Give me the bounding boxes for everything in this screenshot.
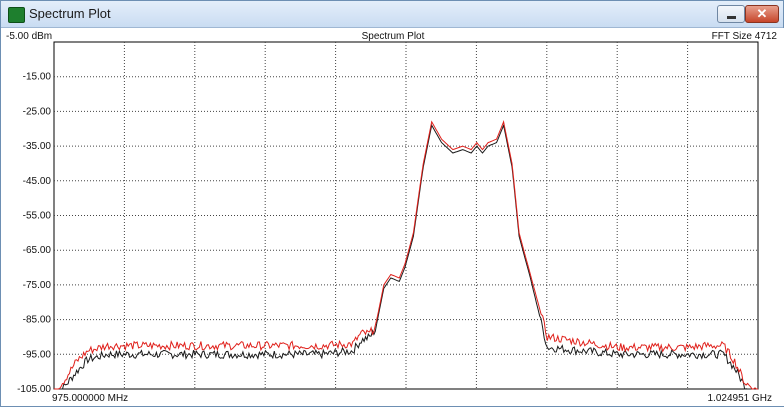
minimize-button[interactable] [717, 5, 745, 23]
y-tick-label: -85.00 [23, 315, 52, 326]
y-tick-label: -55.00 [23, 211, 52, 222]
plot-area[interactable]: -5.00 dBm Spectrum Plot FFT Size 4712 -1… [2, 28, 784, 406]
y-tick-label: -105.00 [17, 384, 51, 395]
y-tick-label: -95.00 [23, 349, 52, 360]
y-tick-label: -75.00 [23, 280, 52, 291]
grid [53, 41, 759, 390]
y-axis-ticks: -15.00 -25.00 -35.00 -45.00 -55.00 -65.00 -75.… [17, 72, 51, 395]
x-start-label: 975.000000 MHz [52, 393, 128, 404]
y-tick-label: -65.00 [23, 245, 52, 256]
y-top-label: -5.00 dBm [6, 31, 52, 42]
window-title: Spectrum Plot [29, 6, 111, 21]
y-tick-label: -15.00 [23, 72, 52, 83]
fft-size-label: FFT Size 4712 [712, 31, 778, 42]
close-icon: ✕ [756, 6, 768, 21]
y-tick-label: -35.00 [23, 141, 52, 152]
close-button[interactable]: ✕ [745, 5, 779, 23]
x-end-label: 1.024951 GHz [708, 393, 773, 404]
spectrum-chart[interactable]: -5.00 dBm Spectrum Plot FFT Size 4712 -1… [2, 28, 784, 406]
chart-title: Spectrum Plot [362, 31, 425, 42]
spectrum-plot-window: Spectrum Plot ✕ -5.00 dBm Spectrum Plot … [0, 0, 784, 407]
spectrum-app-icon [8, 7, 25, 23]
title-bar[interactable]: Spectrum Plot ✕ [1, 1, 783, 28]
y-tick-label: -25.00 [23, 106, 52, 117]
y-tick-label: -45.00 [23, 176, 52, 187]
